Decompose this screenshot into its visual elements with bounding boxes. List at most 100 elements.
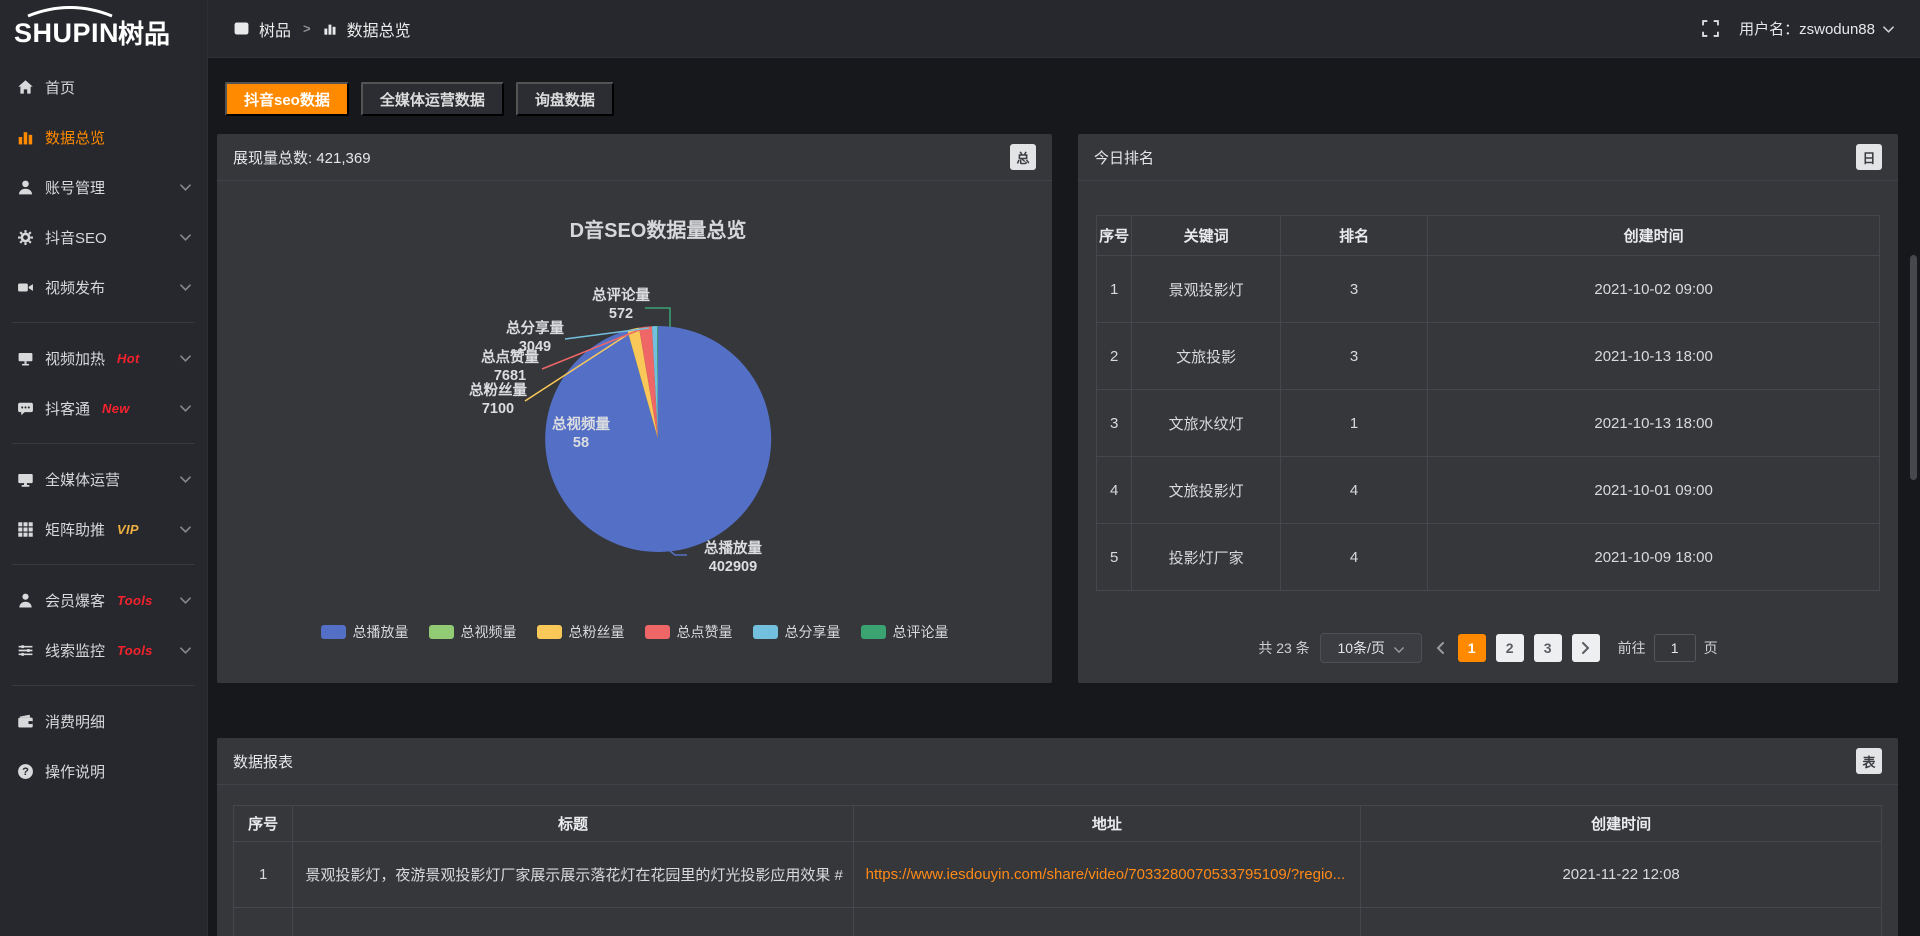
rank-col-header: 创建时间 [1428, 216, 1880, 256]
video-camera-icon [16, 278, 34, 296]
sidebar-item-douyin-seo[interactable]: 抖音SEO [0, 212, 207, 262]
topbar: 树品 > 数据总览 用户名：zswodun88 [208, 0, 1920, 58]
sidebar-item-operation-guide[interactable]: ? 操作说明 [0, 746, 207, 796]
table-row: 3文旅水纹灯12021-10-13 18:00 [1097, 390, 1880, 457]
pie-chart-area: D音SEO数据量总览 总播放量402909总视频量58总粉丝量7100总点赞量7… [217, 181, 1052, 642]
topbar-right: 用户名：zswodun88 [1702, 18, 1894, 39]
chevron-down-icon [1394, 640, 1404, 656]
sidebar-item-account-manage[interactable]: 账号管理 [0, 162, 207, 212]
rank-cell: 文旅水纹灯 [1132, 390, 1281, 457]
breadcrumb-item-home[interactable]: 树品 [259, 17, 291, 41]
pagination-page-1[interactable]: 1 [1458, 634, 1486, 662]
rank-cell: 4 [1097, 457, 1132, 524]
pagination-next-button[interactable] [1572, 634, 1600, 662]
table-row: 1景观投影灯，夜游景观投影灯厂家展示展示落花灯在花园里的灯光投影应用效果 #ht… [234, 842, 1882, 908]
report-cell-link[interactable]: https://www.iesdouyin.com/share/video/70… [853, 842, 1361, 908]
page-size-value: 10条/页 [1337, 638, 1384, 658]
sidebar-item-label: 线索监控 [45, 640, 105, 661]
logo: SHUPIN 树品 [0, 0, 207, 58]
rank-cell: 4 [1281, 457, 1428, 524]
rank-cell: 2021-10-09 18:00 [1428, 524, 1880, 591]
tab-media-operation-data[interactable]: 全媒体运营数据 [361, 82, 504, 116]
pagination-goto: 前往 页 [1618, 634, 1718, 662]
legend-item-总分享量[interactable]: 总分享量 [753, 622, 841, 642]
seo-panel-title: 展现量总数: 421,369 [233, 147, 371, 168]
sidebar-item-badge: New [102, 401, 130, 416]
legend-label: 总评论量 [893, 622, 949, 642]
chevron-down-icon [1883, 20, 1894, 37]
pagination-page-3[interactable]: 3 [1534, 634, 1562, 662]
data-tabs: 抖音seo数据全媒体运营数据询盘数据 [225, 82, 1898, 116]
table-row-partial [234, 908, 1882, 936]
day-badge-button[interactable]: 日 [1856, 144, 1882, 170]
pie-chart: D音SEO数据量总览 总播放量402909总视频量58总粉丝量7100总点赞量7… [217, 181, 1052, 613]
rank-table: 序号关键词排名创建时间 1景观投影灯32021-10-02 09:002文旅投影… [1096, 215, 1880, 591]
pie-label-value: 3049 [519, 339, 551, 355]
legend-item-总粉丝量[interactable]: 总粉丝量 [537, 622, 625, 642]
sidebar-item-data-overview[interactable]: 数据总览 [0, 112, 207, 162]
report-panel-title: 数据报表 [233, 751, 293, 772]
goto-page-input[interactable] [1654, 634, 1696, 662]
table-row: 5投影灯厂家42021-10-09 18:00 [1097, 524, 1880, 591]
sidebar-item-matrix-boost[interactable]: 矩阵助推VIP [0, 504, 207, 554]
sidebar-item-label: 账号管理 [45, 177, 105, 198]
content: 抖音seo数据全媒体运营数据询盘数据 展现量总数: 421,369 总 D音SE… [208, 58, 1920, 936]
breadcrumb-item-current: 数据总览 [347, 17, 411, 41]
legend-swatch [861, 625, 886, 639]
chevron-down-icon [180, 647, 191, 654]
legend-item-总点赞量[interactable]: 总点赞量 [645, 622, 733, 642]
sidebar-item-consume-detail[interactable]: 消费明细 [0, 696, 207, 746]
sidebar-item-douketong[interactable]: 抖客通New [0, 383, 207, 433]
sidebar-item-video-publish[interactable]: 视频发布 [0, 262, 207, 312]
svg-text:?: ? [22, 766, 29, 778]
screen-icon [16, 349, 34, 367]
sidebar-item-member-baoke[interactable]: 会员爆客Tools [0, 575, 207, 625]
legend-swatch [645, 625, 670, 639]
report-table: 序号标题地址创建时间 1景观投影灯，夜游景观投影灯厂家展示展示落花灯在花园里的灯… [233, 805, 1882, 936]
rank-panel-header: 今日排名 日 [1078, 134, 1898, 181]
sidebar-item-clue-monitor[interactable]: 线索监控Tools [0, 625, 207, 675]
legend-item-总播放量[interactable]: 总播放量 [321, 622, 409, 642]
legend-label: 总视频量 [461, 622, 517, 642]
sidebar-item-label: 抖音SEO [45, 227, 107, 248]
tab-douyin-seo-data[interactable]: 抖音seo数据 [225, 82, 349, 116]
chart-title: D音SEO数据量总览 [570, 218, 747, 242]
rank-cell: 3 [1281, 323, 1428, 390]
scrollbar-thumb[interactable] [1910, 255, 1917, 480]
sidebar-item-label: 视频发布 [45, 277, 105, 298]
page-size-select[interactable]: 10条/页 [1320, 633, 1422, 663]
goto-suffix: 页 [1704, 638, 1718, 658]
sidebar-item-label: 操作说明 [45, 761, 105, 782]
logo-graphic: SHUPIN 树品 [12, 6, 192, 52]
rank-cell: 4 [1281, 524, 1428, 591]
sidebar-item-video-heat[interactable]: 视频加热Hot [0, 333, 207, 383]
tab-inquiry-data[interactable]: 询盘数据 [516, 82, 614, 116]
gear-icon [16, 228, 34, 246]
rank-cell: 3 [1281, 256, 1428, 323]
total-badge-button[interactable]: 总 [1010, 144, 1036, 170]
sidebar-item-label: 数据总览 [45, 127, 105, 148]
question-icon: ? [16, 762, 34, 780]
user-menu[interactable]: 用户名：zswodun88 [1739, 18, 1894, 39]
fullscreen-icon[interactable] [1702, 20, 1719, 37]
sidebar-item-media-operation[interactable]: 全媒体运营 [0, 454, 207, 504]
logo-text-cn: 树品 [118, 19, 170, 49]
legend-item-总视频量[interactable]: 总视频量 [429, 622, 517, 642]
legend-swatch [321, 625, 346, 639]
table-badge-button[interactable]: 表 [1856, 748, 1882, 774]
wallet-icon [16, 712, 34, 730]
legend-label: 总点赞量 [677, 622, 733, 642]
rank-cell: 5 [1097, 524, 1132, 591]
rank-cell: 2 [1097, 323, 1132, 390]
pagination-total: 共 23 条 [1258, 638, 1309, 658]
goto-label: 前往 [1618, 638, 1646, 658]
legend-item-总评论量[interactable]: 总评论量 [861, 622, 949, 642]
sidebar-item-home[interactable]: 首页 [0, 62, 207, 112]
legend-label: 总播放量 [353, 622, 409, 642]
pagination-page-2[interactable]: 2 [1496, 634, 1524, 662]
pagination-prev-button[interactable] [1432, 642, 1448, 654]
rank-col-header: 序号 [1097, 216, 1132, 256]
report-panel-header: 数据报表 表 [217, 738, 1898, 785]
sidebar-item-badge: Tools [117, 593, 153, 608]
table-row: 2文旅投影32021-10-13 18:00 [1097, 323, 1880, 390]
